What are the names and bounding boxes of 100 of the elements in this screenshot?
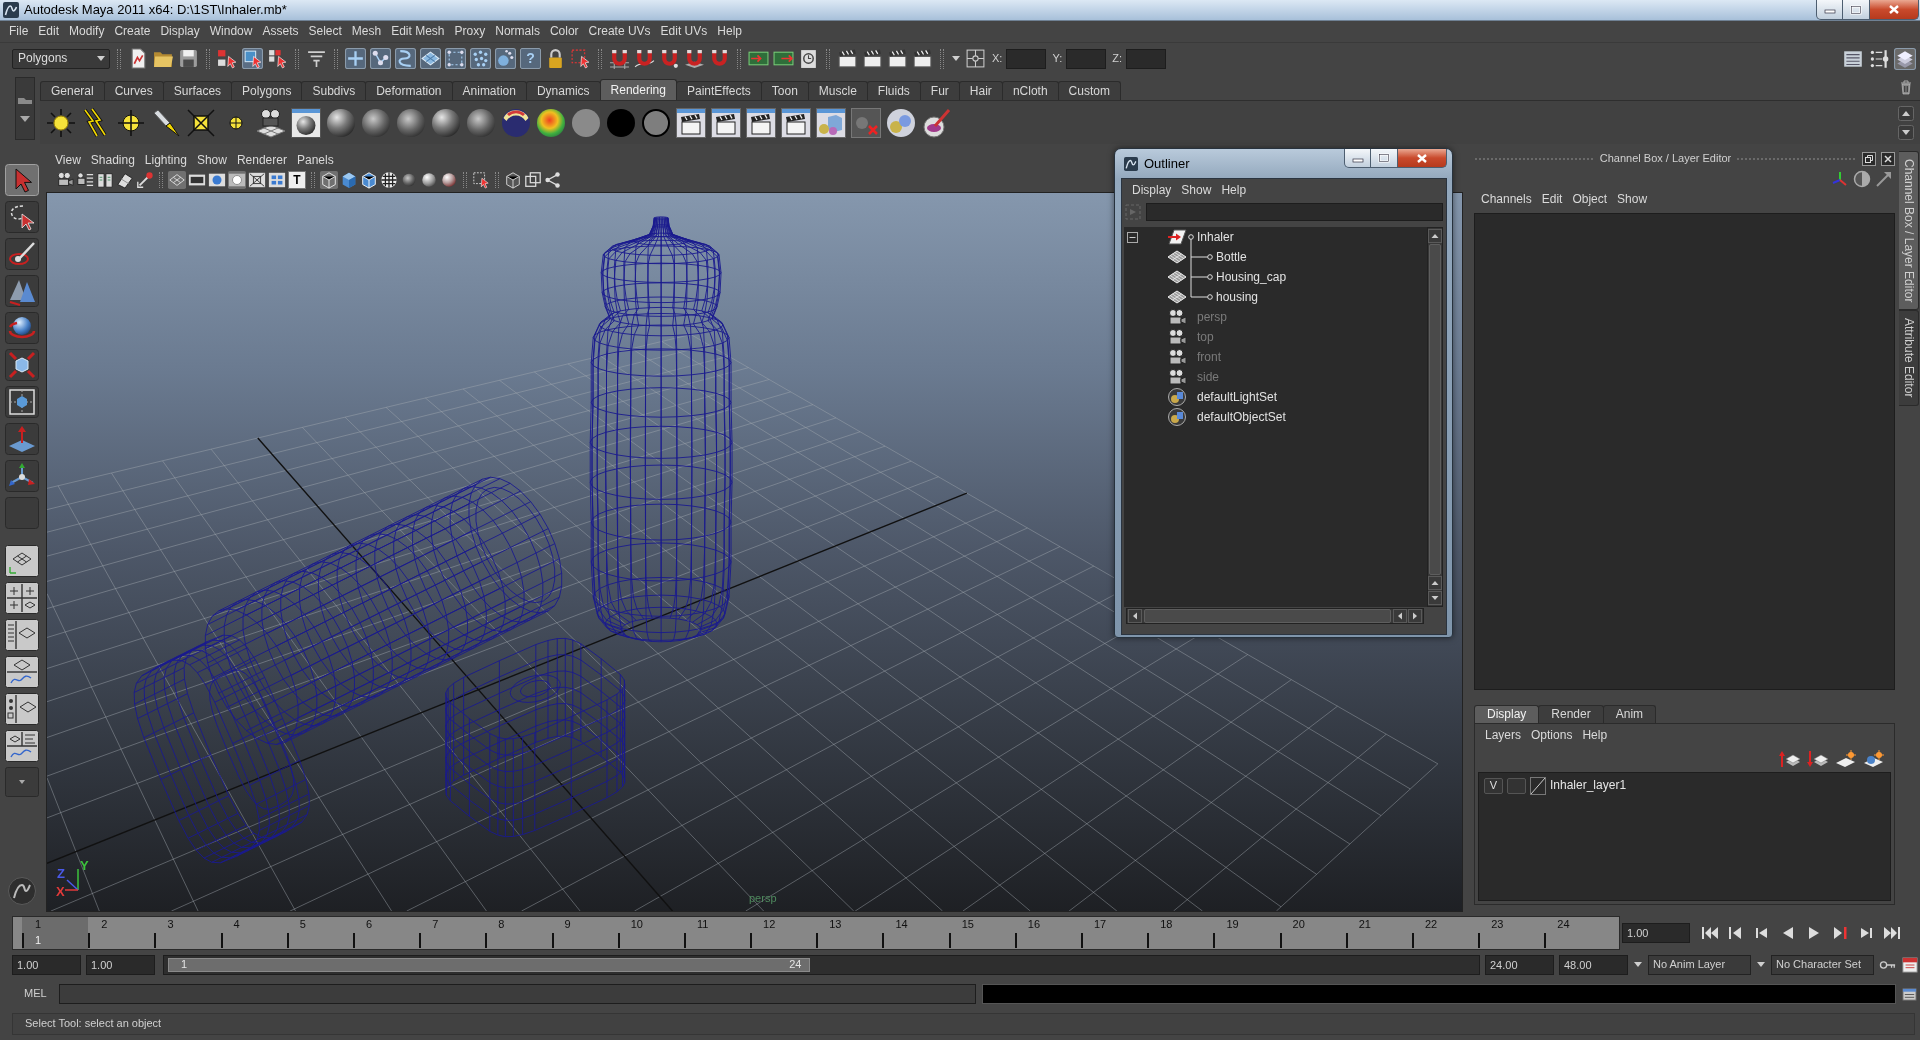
sphere-icon[interactable] [396, 107, 426, 138]
side-tab[interactable]: Channel Box / Layer Editor [1899, 151, 1919, 311]
plus-icon[interactable] [345, 48, 366, 69]
tree-item[interactable]: housing [1216, 289, 1259, 305]
sun-icon[interactable] [46, 107, 76, 138]
time-slider[interactable]: 1 1 2 3 4 5 6 7 8 9 10 11 12 13 14 15 16 17 18 19 20 21 22 23 24 [12, 916, 1620, 950]
four-pane-icon[interactable] [5, 582, 39, 614]
menu-item[interactable]: File [4, 24, 34, 39]
menu-item[interactable]: Panels [291, 152, 339, 168]
range-start-field[interactable]: 1.00 [86, 955, 155, 975]
menu-item[interactable]: Edit [33, 24, 65, 39]
side-tab[interactable]: Attribute Editor [1899, 310, 1919, 406]
shelf-tab[interactable]: Curves [103, 81, 164, 100]
clapperboard-icon[interactable] [781, 107, 811, 138]
menu-item[interactable]: Create UVs [583, 24, 656, 39]
layer-tab[interactable]: Display [1474, 705, 1540, 723]
swirl-logo-icon[interactable] [7, 877, 37, 905]
striped-sphere-icon[interactable] [501, 107, 531, 138]
camera-list-icon[interactable] [76, 170, 94, 189]
scroll-left-icon[interactable] [1393, 609, 1407, 623]
minus-box-icon[interactable] [1127, 231, 1138, 243]
magnet-icon[interactable] [709, 48, 730, 69]
visibility-toggle[interactable]: V [1484, 777, 1503, 794]
menu-item[interactable]: Proxy [449, 24, 491, 39]
tilted-plane-icon[interactable] [116, 170, 134, 189]
shelf-tab[interactable]: Custom [1057, 81, 1121, 100]
dots-icon[interactable] [470, 48, 491, 69]
grid-icon[interactable] [168, 170, 186, 189]
connected-nodes-icon[interactable] [544, 170, 562, 189]
diagonal-arrow-icon[interactable] [1875, 170, 1893, 188]
plane-spark-icon[interactable] [1835, 750, 1857, 768]
dashed-select-icon[interactable] [472, 170, 490, 189]
magnet-plane-icon[interactable] [684, 48, 705, 69]
menu-item[interactable]: Show [1176, 182, 1217, 198]
grid-and-curve-icon[interactable] [5, 656, 39, 688]
sphere-swatch-icon[interactable] [291, 107, 321, 138]
shelf-tab[interactable]: Dynamics [525, 81, 601, 100]
three-pane-icon[interactable] [5, 730, 39, 762]
curve-icon[interactable] [395, 48, 416, 69]
shelf-tab[interactable]: PaintEffects [675, 81, 762, 100]
flat-disc-icon[interactable] [571, 107, 601, 138]
menu-item[interactable]: Options [1526, 728, 1578, 743]
script-language-button[interactable]: MEL [24, 987, 53, 1001]
coordinate-input[interactable] [1126, 48, 1166, 69]
clock-sheet-icon[interactable] [798, 48, 819, 69]
hierarchy-select-icon[interactable] [217, 48, 238, 69]
mode-dropdown[interactable]: Polygons [12, 48, 110, 69]
shelf-tab[interactable]: nCloth [1001, 81, 1059, 100]
menu-item[interactable]: Help [712, 24, 747, 39]
tree-item[interactable]: Housing_cap [1216, 269, 1287, 285]
menu-item[interactable]: Edit [1536, 191, 1568, 207]
overlapping-squares-icon[interactable] [1862, 152, 1876, 166]
sphere-icon[interactable] [431, 107, 461, 138]
four-squares-icon[interactable] [268, 170, 286, 189]
magnet-point-icon[interactable] [659, 48, 680, 69]
menu-item[interactable]: Mesh [346, 24, 387, 39]
clapperboard-icon[interactable] [676, 107, 706, 138]
shelf-tab[interactable]: Rendering [599, 79, 677, 100]
range-end-field[interactable]: 24.00 [1485, 955, 1554, 975]
shaded-cube-icon[interactable] [340, 170, 358, 189]
minimize-button[interactable] [1344, 149, 1371, 168]
menu-item[interactable]: Edit UVs [655, 24, 713, 39]
sphere-rotate-icon[interactable] [5, 312, 39, 344]
clapperboard-icon[interactable] [837, 48, 858, 69]
clapperboard-icon[interactable] [862, 48, 883, 69]
scroll-down-icon[interactable] [1898, 124, 1914, 140]
range-slider-handle[interactable]: 1 24 [168, 958, 811, 972]
sphere-plane-spark-icon[interactable] [1863, 750, 1885, 768]
layers-down-arrow-icon[interactable] [1807, 750, 1829, 768]
tree-item[interactable]: defaultLightSet [1197, 389, 1278, 405]
flashlight-icon[interactable] [151, 107, 181, 138]
caret-icon[interactable] [19, 114, 31, 123]
menu-item[interactable]: Display [1127, 182, 1177, 198]
camera-icon[interactable] [56, 170, 74, 189]
square-light-icon[interactable] [186, 107, 216, 138]
ringed-disc-icon[interactable] [641, 107, 671, 138]
menu-item[interactable]: View [50, 152, 86, 168]
cube-icon[interactable] [504, 170, 522, 189]
end-time-field[interactable]: 48.00 [1559, 955, 1628, 975]
coordinate-input[interactable] [1066, 48, 1107, 69]
filter-field[interactable] [1146, 203, 1443, 221]
axes-arrows-icon[interactable] [5, 460, 39, 492]
clapperboard-icon[interactable] [912, 48, 933, 69]
sphere-icon[interactable] [361, 107, 391, 138]
crosshair-sun-icon[interactable] [116, 107, 146, 138]
window-icon[interactable] [1902, 986, 1917, 1002]
crossed-box-icon[interactable] [248, 170, 266, 189]
single-pane-icon[interactable] [5, 545, 39, 577]
maximize-button[interactable] [1371, 149, 1398, 168]
particles-icon[interactable] [495, 48, 516, 69]
camera-on-grid-icon[interactable] [256, 107, 286, 138]
shelf-tab[interactable]: Animation [451, 81, 527, 100]
scroll-left-icon[interactable] [1128, 609, 1142, 623]
character-set-dropdown[interactable]: No Character Set [1771, 955, 1874, 975]
layer-tab[interactable]: Anim [1602, 705, 1657, 723]
menu-item[interactable]: Channels [1476, 191, 1537, 207]
plane-icon[interactable] [420, 48, 441, 69]
shelf-tab[interactable]: Subdivs [301, 81, 367, 100]
shelf-tab[interactable]: General [40, 81, 105, 100]
anim-layer-dropdown[interactable]: No Anim Layer [1648, 955, 1751, 975]
